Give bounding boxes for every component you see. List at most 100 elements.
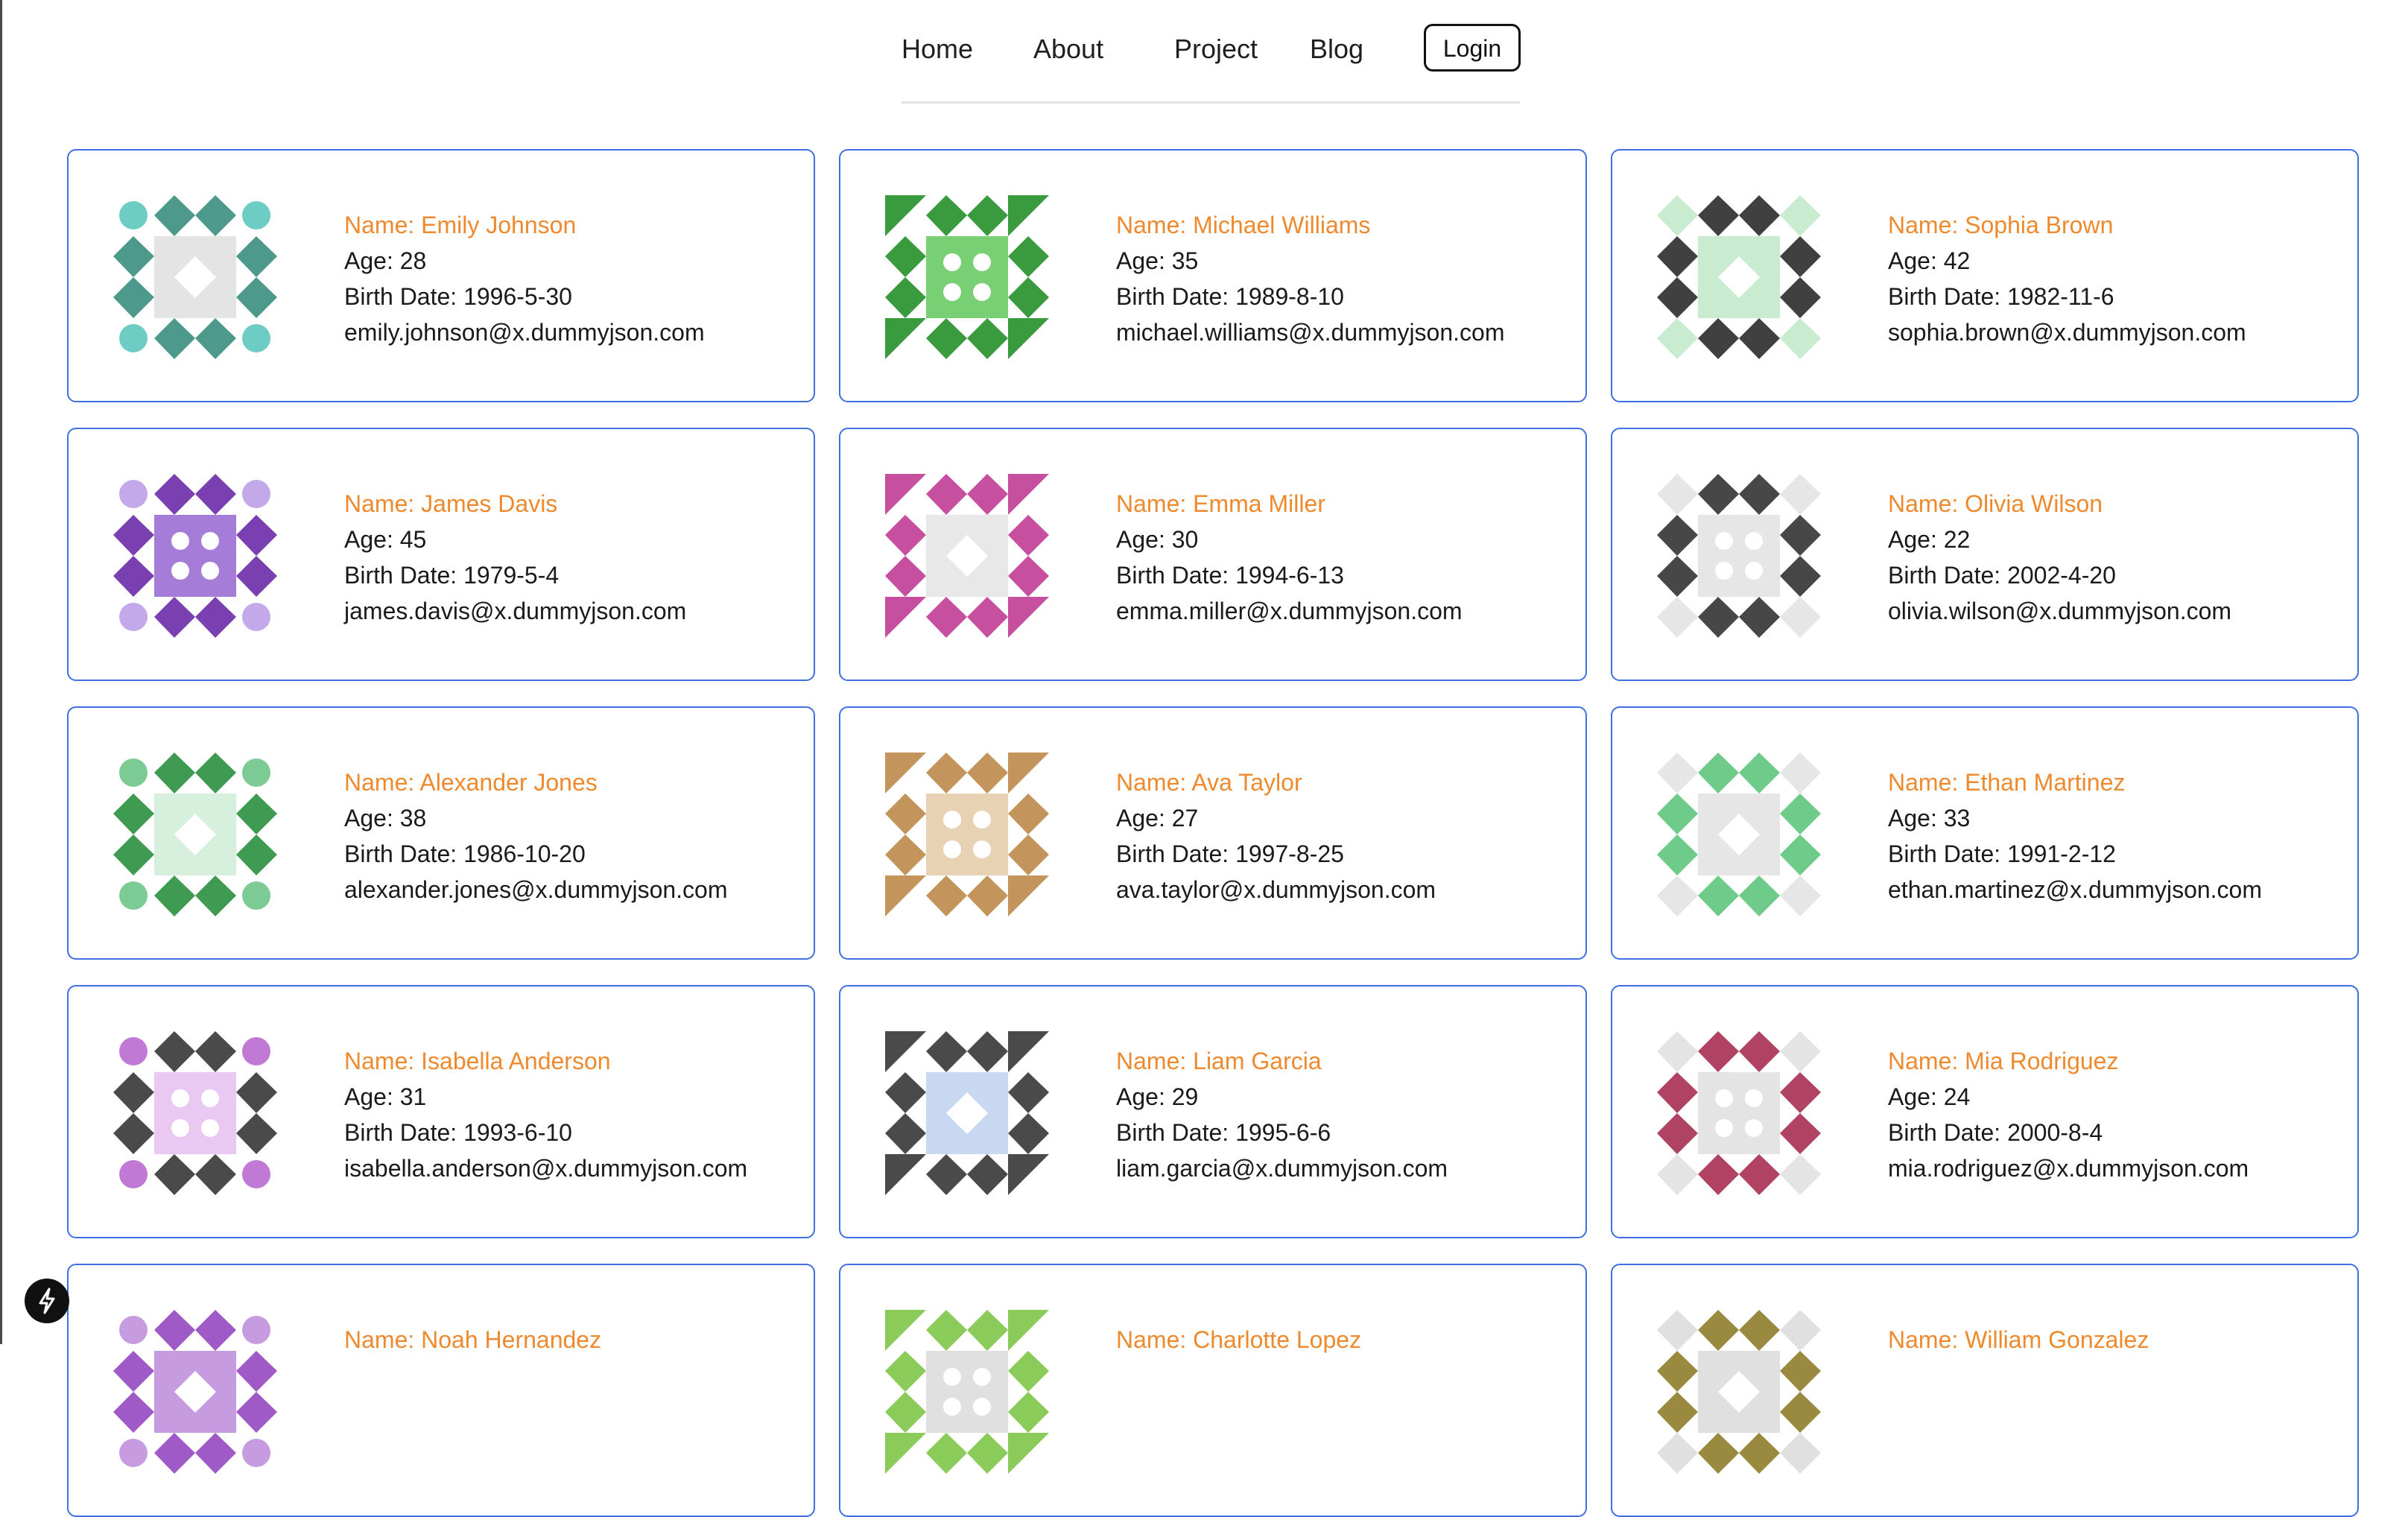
user-name: Name: Liam Garcia — [1116, 1048, 1322, 1074]
avatar-corner — [242, 201, 270, 229]
avatar-edge — [1739, 318, 1780, 359]
avatar-edge — [1780, 1392, 1821, 1433]
avatar-corner — [1780, 1154, 1821, 1195]
avatar-corner — [119, 480, 148, 508]
avatar-center-dot — [1745, 562, 1763, 580]
avatar-edge — [1739, 474, 1780, 515]
user-birth-date: Birth Date: 1994-6-13 — [1116, 562, 1344, 589]
user-name: Name: William Gonzalez — [1888, 1326, 2149, 1353]
avatar-edge — [1657, 1072, 1698, 1113]
user-card[interactable]: Name: Emily Johnson Age: 28 Birth Date: 19… — [67, 149, 815, 402]
user-email: isabella.anderson@x.dummyjson.com — [344, 1155, 748, 1182]
avatar-edge — [1739, 1154, 1780, 1195]
user-card[interactable]: Name: Alexander Jones Age: 38 Birth Date: … — [67, 706, 815, 960]
avatar-corner — [1780, 318, 1821, 359]
user-card[interactable]: Name: Sophia Brown Age: 42 Birth Date: 198… — [1611, 149, 2359, 402]
nav-about-link[interactable]: About — [1033, 31, 1103, 67]
user-email: liam.garcia@x.dummyjson.com — [1116, 1155, 1448, 1182]
avatar-center-dot — [973, 1368, 991, 1386]
user-card[interactable]: Name: Ava Taylor Age: 27 Birth Date: 1997-… — [839, 706, 1587, 960]
user-card[interactable]: Name: Liam Garcia Age: 29 Birth Date: 1995… — [839, 985, 1587, 1238]
user-birth-date: Birth Date: 2000-8-4 — [1888, 1119, 2103, 1146]
avatar-edge — [236, 515, 277, 556]
avatar-edge — [195, 1433, 236, 1474]
avatar — [1657, 1031, 1821, 1195]
user-birth-date: Birth Date: 1986-10-20 — [344, 840, 586, 867]
user-card[interactable]: Name: Ethan Martinez Age: 33 Birth Date: 1… — [1611, 706, 2359, 960]
avatar-center-dot — [943, 253, 961, 271]
avatar-edge — [926, 195, 967, 236]
user-age: Age: 29 — [1116, 1083, 1199, 1110]
avatar-corner — [1780, 1310, 1821, 1351]
nav-project-link[interactable]: Project — [1174, 31, 1258, 67]
user-age: Age: 42 — [1888, 247, 1971, 274]
avatar-center — [154, 1072, 236, 1154]
avatar-edge — [1780, 236, 1821, 277]
bolt-button[interactable] — [25, 1279, 69, 1323]
user-card[interactable]: Name: Isabella Anderson Age: 31 Birth Date… — [67, 985, 815, 1238]
user-info: Name: William Gonzalez — [1888, 1322, 2357, 1358]
avatar-edge — [113, 1113, 154, 1154]
avatar-edge — [967, 1310, 1008, 1351]
nav-home-link[interactable]: Home — [902, 31, 973, 67]
login-button[interactable]: Login — [1424, 24, 1521, 72]
nav-blog-link[interactable]: Blog — [1310, 31, 1363, 67]
avatar-edge — [154, 195, 195, 236]
user-card[interactable]: Name: Mia Rodriguez Age: 24 Birth Date: 20… — [1611, 985, 2359, 1238]
avatar-corner — [885, 1433, 926, 1474]
avatar-edge — [1780, 277, 1821, 318]
user-card[interactable]: Name: James Davis Age: 45 Birth Date: 1979… — [67, 428, 815, 681]
avatar-corner — [1008, 1031, 1049, 1072]
avatar-edge — [1657, 236, 1698, 277]
avatar-edge — [1780, 834, 1821, 875]
avatar-edge — [926, 753, 967, 794]
user-birth-date: Birth Date: 1997-8-25 — [1116, 840, 1344, 867]
avatar-edge — [1698, 1154, 1739, 1195]
avatar-corner — [1780, 597, 1821, 638]
avatar-corner — [1657, 1031, 1698, 1072]
avatar-edge — [1739, 753, 1780, 794]
avatar-center-dot — [1745, 1089, 1763, 1107]
avatar-edge — [154, 753, 195, 794]
avatar-edge — [885, 515, 926, 556]
avatar-edge — [967, 753, 1008, 794]
avatar-edge — [236, 556, 277, 597]
avatar-corner — [119, 201, 148, 229]
user-card[interactable]: Name: William Gonzalez — [1611, 1264, 2359, 1517]
avatar-center — [1698, 515, 1780, 597]
avatar-corner — [1780, 195, 1821, 236]
avatar-edge — [885, 277, 926, 318]
user-birth-date: Birth Date: 2002-4-20 — [1888, 562, 2116, 589]
avatar-edge — [113, 1351, 154, 1392]
user-birth-date: Birth Date: 1982-11-6 — [1888, 283, 2114, 310]
user-card[interactable]: Name: Noah Hernandez — [67, 1264, 815, 1517]
avatar-edge — [1657, 277, 1698, 318]
avatar-center-dot — [1745, 532, 1763, 550]
avatar-edge — [1739, 597, 1780, 638]
avatar-edge — [195, 1154, 236, 1195]
user-card[interactable]: Name: Charlotte Lopez — [839, 1264, 1587, 1517]
user-age: Age: 38 — [344, 805, 427, 832]
avatar-edge — [967, 318, 1008, 359]
avatar-edge — [1780, 1072, 1821, 1113]
avatar-center-dot — [201, 562, 219, 580]
avatar-corner — [885, 875, 926, 916]
avatar-corner — [1780, 1433, 1821, 1474]
user-card[interactable]: Name: Michael Williams Age: 35 Birth Date:… — [839, 149, 1587, 402]
avatar-edge — [1698, 875, 1739, 916]
avatar-edge — [195, 875, 236, 916]
user-birth-date: Birth Date: 1979-5-4 — [344, 562, 560, 589]
avatar-edge — [195, 753, 236, 794]
user-info: Name: Olivia Wilson Age: 22 Birth Date: 20… — [1888, 486, 2357, 629]
avatar-center — [926, 1351, 1008, 1433]
user-card[interactable]: Name: Olivia Wilson Age: 22 Birth Date: 20… — [1611, 428, 2359, 681]
user-card[interactable]: Name: Emma Miller Age: 30 Birth Date: 1994… — [839, 428, 1587, 681]
avatar-edge — [113, 277, 154, 318]
avatar-center-dot — [943, 1398, 961, 1416]
bolt-icon — [39, 1288, 55, 1314]
avatar-edge — [1780, 1113, 1821, 1154]
avatar-center-dot — [1715, 562, 1733, 580]
avatar-corner — [1008, 318, 1049, 359]
user-info: Name: Charlotte Lopez — [1116, 1322, 1585, 1358]
user-info: Name: Mia Rodriguez Age: 24 Birth Date: 20… — [1888, 1043, 2357, 1186]
